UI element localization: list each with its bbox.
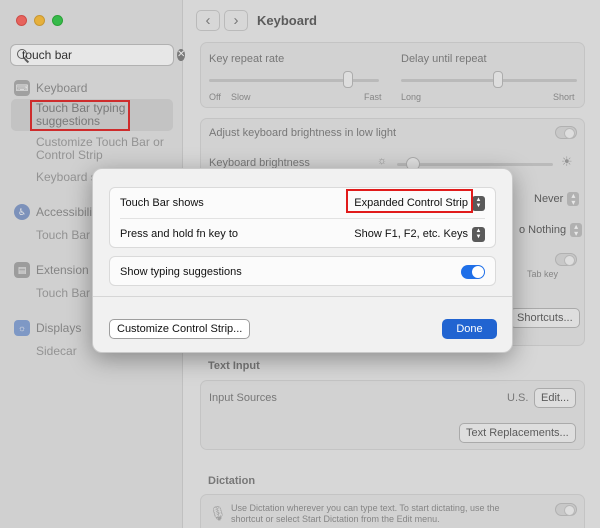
delay-repeat-slider-knob[interactable] xyxy=(492,71,503,88)
text-input-panel: Input Sources U.S. Edit... Text Replacem… xyxy=(200,380,585,450)
sidebar-item-touch-bar-extension[interactable]: Touch Bar xyxy=(36,287,90,300)
key-repeat-max-label: Fast xyxy=(364,92,382,102)
search-box[interactable]: ✕ xyxy=(10,44,186,66)
dialog-divider xyxy=(93,296,512,297)
highlight-box xyxy=(30,100,130,131)
search-input[interactable] xyxy=(22,48,177,62)
input-sources-label: Input Sources xyxy=(209,392,277,404)
sidebar-section-keyboard[interactable]: ⌨ Keyboard xyxy=(14,80,87,96)
fn-key-label: Press and hold fn key to xyxy=(120,228,239,240)
sidebar-section-label: Extension xyxy=(36,263,89,277)
highlight-box xyxy=(346,189,473,213)
key-repeat-slider[interactable] xyxy=(209,79,379,82)
chevron-right-icon: › xyxy=(233,12,239,29)
turn-off-value[interactable]: Never ▴ ▾ xyxy=(534,192,580,207)
window-controls xyxy=(16,15,63,26)
typing-suggestions-label: Show typing suggestions xyxy=(120,266,242,278)
brightness-slider[interactable] xyxy=(397,163,553,166)
text-replacements-button[interactable]: Text Replacements... xyxy=(459,423,576,443)
adjust-brightness-toggle[interactable] xyxy=(555,126,577,139)
delay-repeat-min-label: Long xyxy=(401,92,422,102)
settings-window: ✕ ⌨ Keyboard Touch Bar typing suggestion… xyxy=(0,0,600,528)
keyboard-icon: ⌨ xyxy=(14,80,30,96)
typing-suggestions-toggle[interactable] xyxy=(461,265,485,279)
sidebar-item-customize-touch-bar[interactable]: Customize Touch Bar or Control Strip xyxy=(36,136,176,162)
done-button[interactable]: Done xyxy=(442,319,497,339)
sidebar-section-label: Displays xyxy=(36,321,82,335)
dictation-panel: 🎙 Use Dictation wherever you can type te… xyxy=(200,494,585,528)
sidebar-section-accessibility[interactable]: ♿ Accessibili xyxy=(14,204,92,220)
sidebar-section-extensions[interactable]: ▤ Extension xyxy=(14,262,89,278)
brightness-high-icon: ☀ xyxy=(561,154,573,169)
page-title: Keyboard xyxy=(257,13,317,28)
keyboard-shortcuts-button[interactable]: Shortcuts... xyxy=(510,308,580,328)
stepper-icon: ▴ ▾ xyxy=(570,223,583,238)
forward-button[interactable]: › xyxy=(224,10,248,31)
displays-icon: ☼ xyxy=(14,320,30,336)
text-input-title: Text Input xyxy=(208,360,260,372)
customize-control-strip-button[interactable]: Customize Control Strip... xyxy=(109,319,251,339)
sidebar-item-touch-bar-settings[interactable]: Touch Bar s xyxy=(36,229,99,242)
close-window-button[interactable] xyxy=(16,15,27,26)
zoom-window-button[interactable] xyxy=(52,15,63,26)
fn-key-popup[interactable]: Show F1, F2, etc. Keys ▲ ▼ xyxy=(354,226,485,242)
delay-repeat-max-label: Short xyxy=(553,92,575,102)
typing-suggestions-row: Show typing suggestions xyxy=(110,257,495,287)
chevron-up-down-icon: ▲ ▼ xyxy=(472,226,485,242)
accessibility-icon: ♿ xyxy=(14,204,30,220)
input-sources-value: U.S. xyxy=(507,392,529,404)
back-button[interactable]: ‹ xyxy=(196,10,220,31)
stepper-icon: ▴ ▾ xyxy=(567,192,580,207)
press-globe-value[interactable]: o Nothing ▴ ▾ xyxy=(519,223,583,238)
key-repeat-slow-label: Slow xyxy=(231,92,251,102)
delay-repeat-slider[interactable] xyxy=(401,79,577,82)
sidebar-item-keyboard-shortcuts[interactable]: Keyboard s xyxy=(36,171,97,184)
key-repeat-min-label: Off xyxy=(209,92,221,102)
key-repeat-label: Key repeat rate xyxy=(209,53,285,65)
dictation-title: Dictation xyxy=(208,475,256,487)
typing-suggestions-group: Show typing suggestions xyxy=(109,256,496,286)
touch-bar-settings-dialog: Touch Bar shows Expanded Control Strip ▲… xyxy=(92,168,513,353)
edit-input-sources-button[interactable]: Edit... xyxy=(534,388,577,408)
minimize-window-button[interactable] xyxy=(34,15,45,26)
chevron-up-down-icon: ▲ ▼ xyxy=(472,195,485,211)
key-repeat-panel: Key repeat rate Off Slow Fast Delay unti… xyxy=(200,42,585,108)
sidebar-section-label: Accessibili xyxy=(36,205,93,219)
chevron-left-icon: ‹ xyxy=(205,12,211,29)
adjust-brightness-label: Adjust keyboard brightness in low light xyxy=(209,127,397,139)
sidebar-item-sidecar[interactable]: Sidecar xyxy=(36,345,77,358)
sidebar-section-displays[interactable]: ☼ Displays xyxy=(14,320,81,336)
touch-bar-shows-label: Touch Bar shows xyxy=(120,197,204,209)
brightness-low-icon: ☼ xyxy=(377,155,388,167)
delay-repeat-label: Delay until repeat xyxy=(401,53,487,65)
extensions-icon: ▤ xyxy=(14,262,30,278)
dictation-toggle[interactable] xyxy=(555,503,577,516)
fn-key-value: Show F1, F2, etc. Keys xyxy=(354,228,468,240)
key-repeat-slider-knob[interactable] xyxy=(343,71,354,88)
tab-key-label: Tab key xyxy=(527,269,559,279)
sidebar-section-label: Keyboard xyxy=(36,81,88,95)
dictation-description: Use Dictation wherever you can type text… xyxy=(231,503,500,524)
microphone-icon: 🎙 xyxy=(209,505,227,521)
keyboard-navigation-toggle[interactable] xyxy=(555,253,577,266)
fn-key-row: Press and hold fn key to Show F1, F2, et… xyxy=(110,219,495,249)
